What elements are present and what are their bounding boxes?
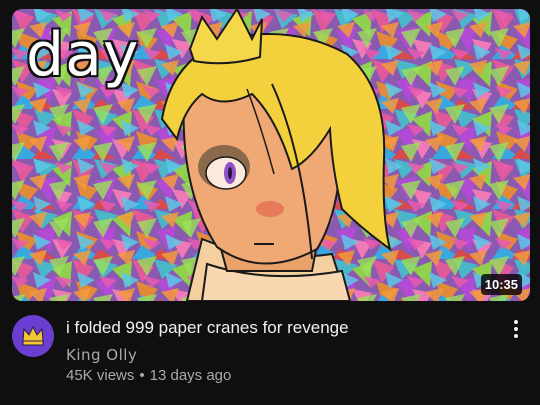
- crown-icon: [12, 315, 54, 357]
- video-stats: 45K views • 13 days ago: [66, 367, 231, 384]
- upload-age: 13 days ago: [149, 367, 232, 384]
- video-card: day 10:35 i folded 999 paper cranes for …: [0, 0, 540, 405]
- more-vert-icon[interactable]: [508, 317, 524, 341]
- video-title[interactable]: i folded 999 paper cranes for revenge: [66, 317, 496, 339]
- view-count: 45K views: [66, 367, 135, 384]
- video-details: i folded 999 paper cranes for revenge Ki…: [12, 313, 530, 393]
- channel-name[interactable]: King Olly: [66, 346, 137, 364]
- video-thumbnail[interactable]: day 10:35: [12, 9, 530, 301]
- thumbnail-overlay-text: day: [25, 20, 140, 90]
- duration-badge: 10:35: [480, 274, 522, 295]
- separator-dot: •: [139, 367, 145, 384]
- channel-avatar[interactable]: [12, 315, 54, 357]
